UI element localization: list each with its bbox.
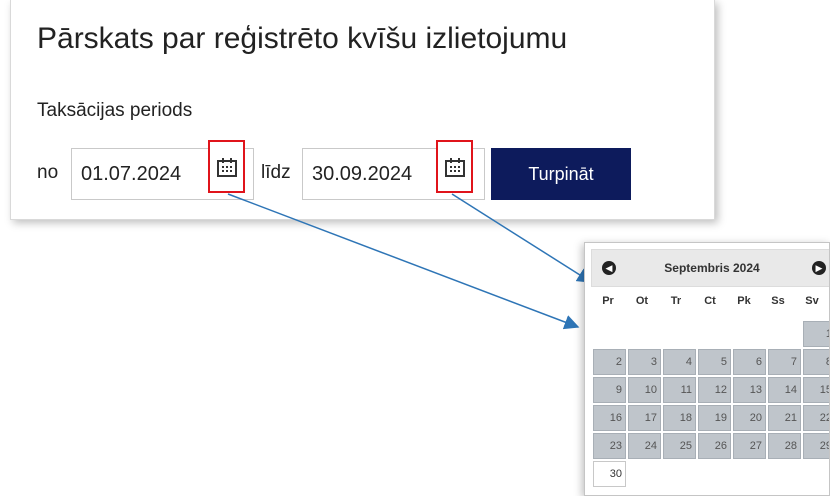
calendar-day[interactable]: 2 [593,349,626,375]
calendar-day[interactable]: 10 [628,377,661,403]
calendar-empty-cell [768,461,801,487]
calendar-day[interactable]: 14 [768,377,801,403]
calendar-day[interactable]: 24 [628,433,661,459]
calendar-day[interactable]: 7 [768,349,801,375]
calendar-day[interactable]: 12 [698,377,731,403]
weekday-label: Tr [670,295,682,307]
report-panel: Pārskats par reģistrēto kvīšu izlietojum… [10,0,715,220]
calendar-days: 1234567891011121314151617181920212223242… [593,321,829,487]
calendar-empty-cell [663,461,696,487]
to-date-picker-button[interactable] [436,140,473,193]
calendar-day[interactable]: 20 [733,405,766,431]
continue-button[interactable]: Turpināt [491,148,631,200]
calendar-day[interactable]: 5 [698,349,731,375]
calendar-day[interactable]: 1 [803,321,829,347]
from-date-picker-button[interactable] [208,140,245,193]
to-date-value: 30.09.2024 [312,162,413,185]
next-month-icon[interactable]: ▶ [812,261,826,275]
calendar-empty-cell [663,321,696,347]
calendar-day[interactable]: 11 [663,377,696,403]
calendar-day[interactable]: 28 [768,433,801,459]
calendar-day[interactable]: 9 [593,377,626,403]
weekday-label: Pk [737,295,751,307]
calendar-day[interactable]: 30 [593,461,626,487]
calendar-empty-cell [628,321,661,347]
period-label: Taksācijas periods [37,100,193,121]
calendar-empty-cell [733,321,766,347]
weekday-row: Pr Ot Tr Ct Pk Ss Sv [591,295,829,307]
calendar-day[interactable]: 22 [803,405,829,431]
calendar-day[interactable]: 15 [803,377,829,403]
calendar-day[interactable]: 16 [593,405,626,431]
from-label: no [37,162,59,183]
calendar-day[interactable]: 6 [733,349,766,375]
calendar-icon [216,157,237,177]
calendar-empty-cell [803,461,829,487]
weekday-label: Sv [805,295,819,307]
from-date-value: 01.07.2024 [81,162,182,185]
calendar-empty-cell [733,461,766,487]
weekday-label: Ot [635,295,649,307]
weekday-label: Ct [704,295,716,307]
calendar-icon [444,157,465,177]
calendar-day[interactable]: 29 [803,433,829,459]
calendar-empty-cell [698,461,731,487]
to-label: līdz [261,162,291,183]
calendar-month-title: Septembris 2024 [664,261,760,275]
calendar-empty-cell [768,321,801,347]
calendar-empty-cell [698,321,731,347]
calendar-day[interactable]: 17 [628,405,661,431]
calendar-day[interactable]: 3 [628,349,661,375]
calendar-day[interactable]: 8 [803,349,829,375]
calendar-day[interactable]: 23 [593,433,626,459]
calendar-day[interactable]: 13 [733,377,766,403]
calendar-day[interactable]: 25 [663,433,696,459]
calendar-day[interactable]: 27 [733,433,766,459]
calendar-empty-cell [593,321,626,347]
calendar-day[interactable]: 21 [768,405,801,431]
calendar-empty-cell [628,461,661,487]
weekday-label: Ss [771,295,785,307]
date-picker-popup: ◀ Septembris 2024 ▶ PrOtTrCtPkSsSv 12345… [584,242,830,496]
page-title: Pārskats par reģistrēto kvīšu izlietojum… [37,22,568,55]
calendar-day[interactable]: 19 [698,405,731,431]
calendar-day[interactable]: 18 [663,405,696,431]
weekday-label: Pr [602,295,614,307]
calendar-day[interactable]: 26 [698,433,731,459]
calendar-header: ◀ Septembris 2024 ▶ [591,249,829,287]
calendar-day[interactable]: 4 [663,349,696,375]
